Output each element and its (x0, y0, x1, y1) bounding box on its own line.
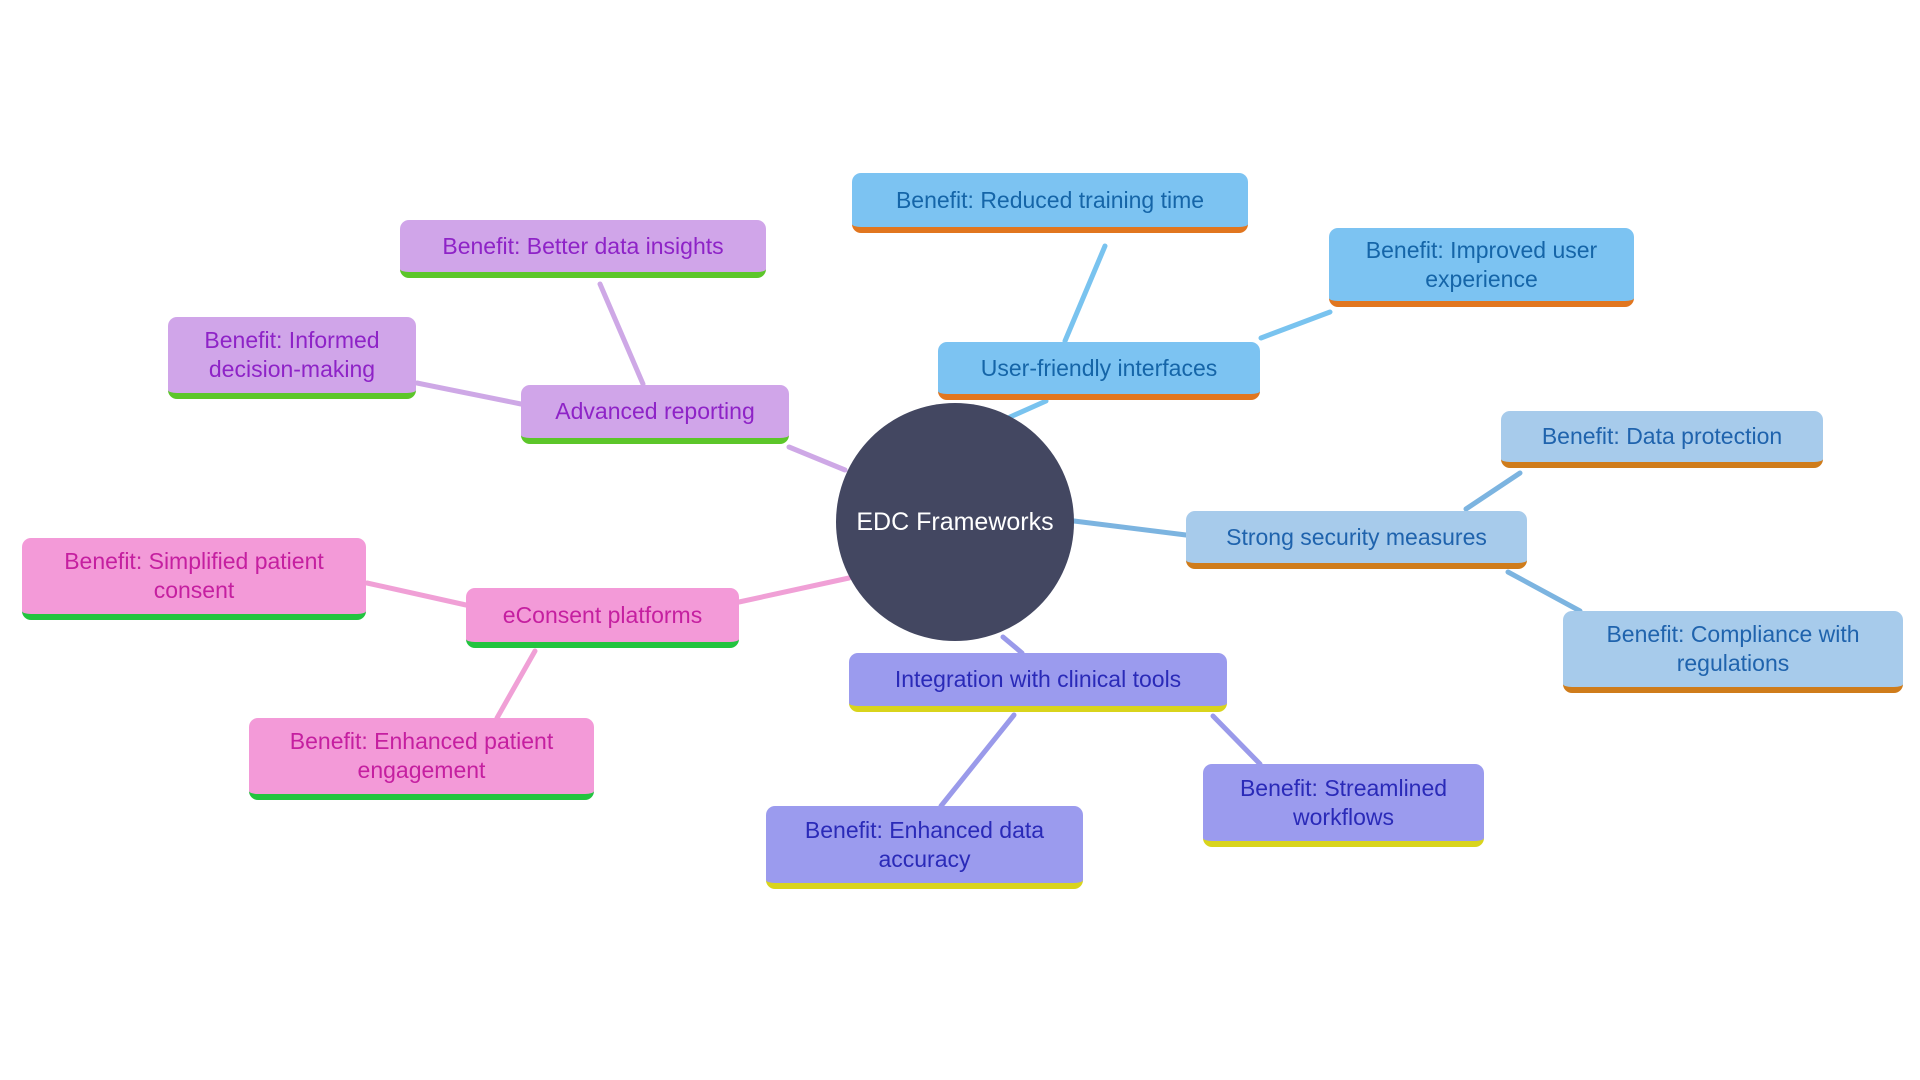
edge-security-compliance (1505, 569, 1583, 614)
edge-user-friendly-improved-ux (1258, 309, 1333, 341)
edge-center-integration (1000, 634, 1025, 656)
node-benefit-reduced-training-time[interactable]: Benefit: Reduced training time (852, 173, 1248, 233)
node-benefit-data-protection[interactable]: Benefit: Data protection (1501, 411, 1823, 468)
node-econsent-platforms[interactable]: eConsent platforms (466, 588, 739, 648)
node-benefit-simplified-patient-consent[interactable]: Benefit: Simplified patient consent (22, 538, 366, 620)
edge-econsent-enhanced-engagement (494, 648, 538, 721)
mind-map-canvas: EDC Frameworks User-friendly interfaces Be… (0, 0, 1920, 1080)
node-label-user-friendly-interfaces: User-friendly interfaces (980, 354, 1218, 381)
edge-security-data-protection (1463, 470, 1523, 512)
node-benefit-enhanced-data-accuracy[interactable]: Benefit: Enhanced data accuracy (766, 806, 1083, 889)
center-node-edc-frameworks[interactable]: EDC Frameworks (836, 403, 1074, 641)
edge-reporting-better-insights (597, 281, 646, 387)
node-label-benefit-compliance-with-regulations: Benefit: Compliance with regulations (1606, 621, 1860, 676)
node-label-econsent-platforms: eConsent platforms (502, 601, 703, 628)
edge-center-econsent (736, 575, 852, 605)
node-label-integration-with-clinical-tools: Integration with clinical tools (894, 666, 1182, 693)
node-label-benefit-improved-user-experience: Benefit: Improved user experience (1365, 236, 1598, 292)
node-benefit-informed-decision-making[interactable]: Benefit: Informed decision-making (168, 317, 416, 399)
node-label-benefit-reduced-training-time: Benefit: Reduced training time (895, 186, 1205, 213)
edge-reporting-informed-decision (414, 380, 524, 407)
node-label-benefit-enhanced-patient-engagement: Benefit: Enhanced patient engagement (289, 728, 554, 783)
node-label-advanced-reporting: Advanced reporting (555, 398, 755, 425)
edge-center-advanced-reporting (786, 444, 848, 473)
center-node-label: EDC Frameworks (856, 507, 1054, 536)
node-benefit-streamlined-workflows[interactable]: Benefit: Streamlined workflows (1203, 764, 1484, 847)
node-benefit-compliance-with-regulations[interactable]: Benefit: Compliance with regulations (1563, 611, 1903, 693)
node-benefit-improved-user-experience[interactable]: Benefit: Improved user experience (1329, 228, 1634, 307)
node-label-strong-security-measures: Strong security measures (1226, 523, 1487, 550)
node-label-benefit-enhanced-data-accuracy: Benefit: Enhanced data accuracy (804, 816, 1045, 872)
node-label-benefit-simplified-patient-consent: Benefit: Simplified patient consent (64, 548, 324, 603)
node-label-benefit-streamlined-workflows: Benefit: Streamlined workflows (1239, 774, 1448, 830)
node-label-benefit-better-data-insights: Benefit: Better data insights (442, 232, 724, 259)
edge-user-friendly-reduced-training (1062, 243, 1108, 344)
edge-integration-enhanced-accuracy (938, 712, 1017, 809)
node-strong-security-measures[interactable]: Strong security measures (1186, 511, 1527, 569)
node-benefit-enhanced-patient-engagement[interactable]: Benefit: Enhanced patient engagement (249, 718, 594, 800)
node-benefit-better-data-insights[interactable]: Benefit: Better data insights (400, 220, 766, 278)
edge-econsent-simplified-consent (364, 580, 469, 608)
edge-center-security (1071, 518, 1189, 538)
node-label-benefit-data-protection: Benefit: Data protection (1541, 423, 1783, 450)
node-integration-with-clinical-tools[interactable]: Integration with clinical tools (849, 653, 1227, 712)
edge-integration-streamlined-workflows (1210, 713, 1263, 767)
node-label-benefit-informed-decision-making: Benefit: Informed decision-making (204, 327, 380, 382)
node-advanced-reporting[interactable]: Advanced reporting (521, 385, 789, 444)
node-user-friendly-interfaces[interactable]: User-friendly interfaces (938, 342, 1260, 400)
edge-center-user-friendly (1007, 398, 1049, 420)
